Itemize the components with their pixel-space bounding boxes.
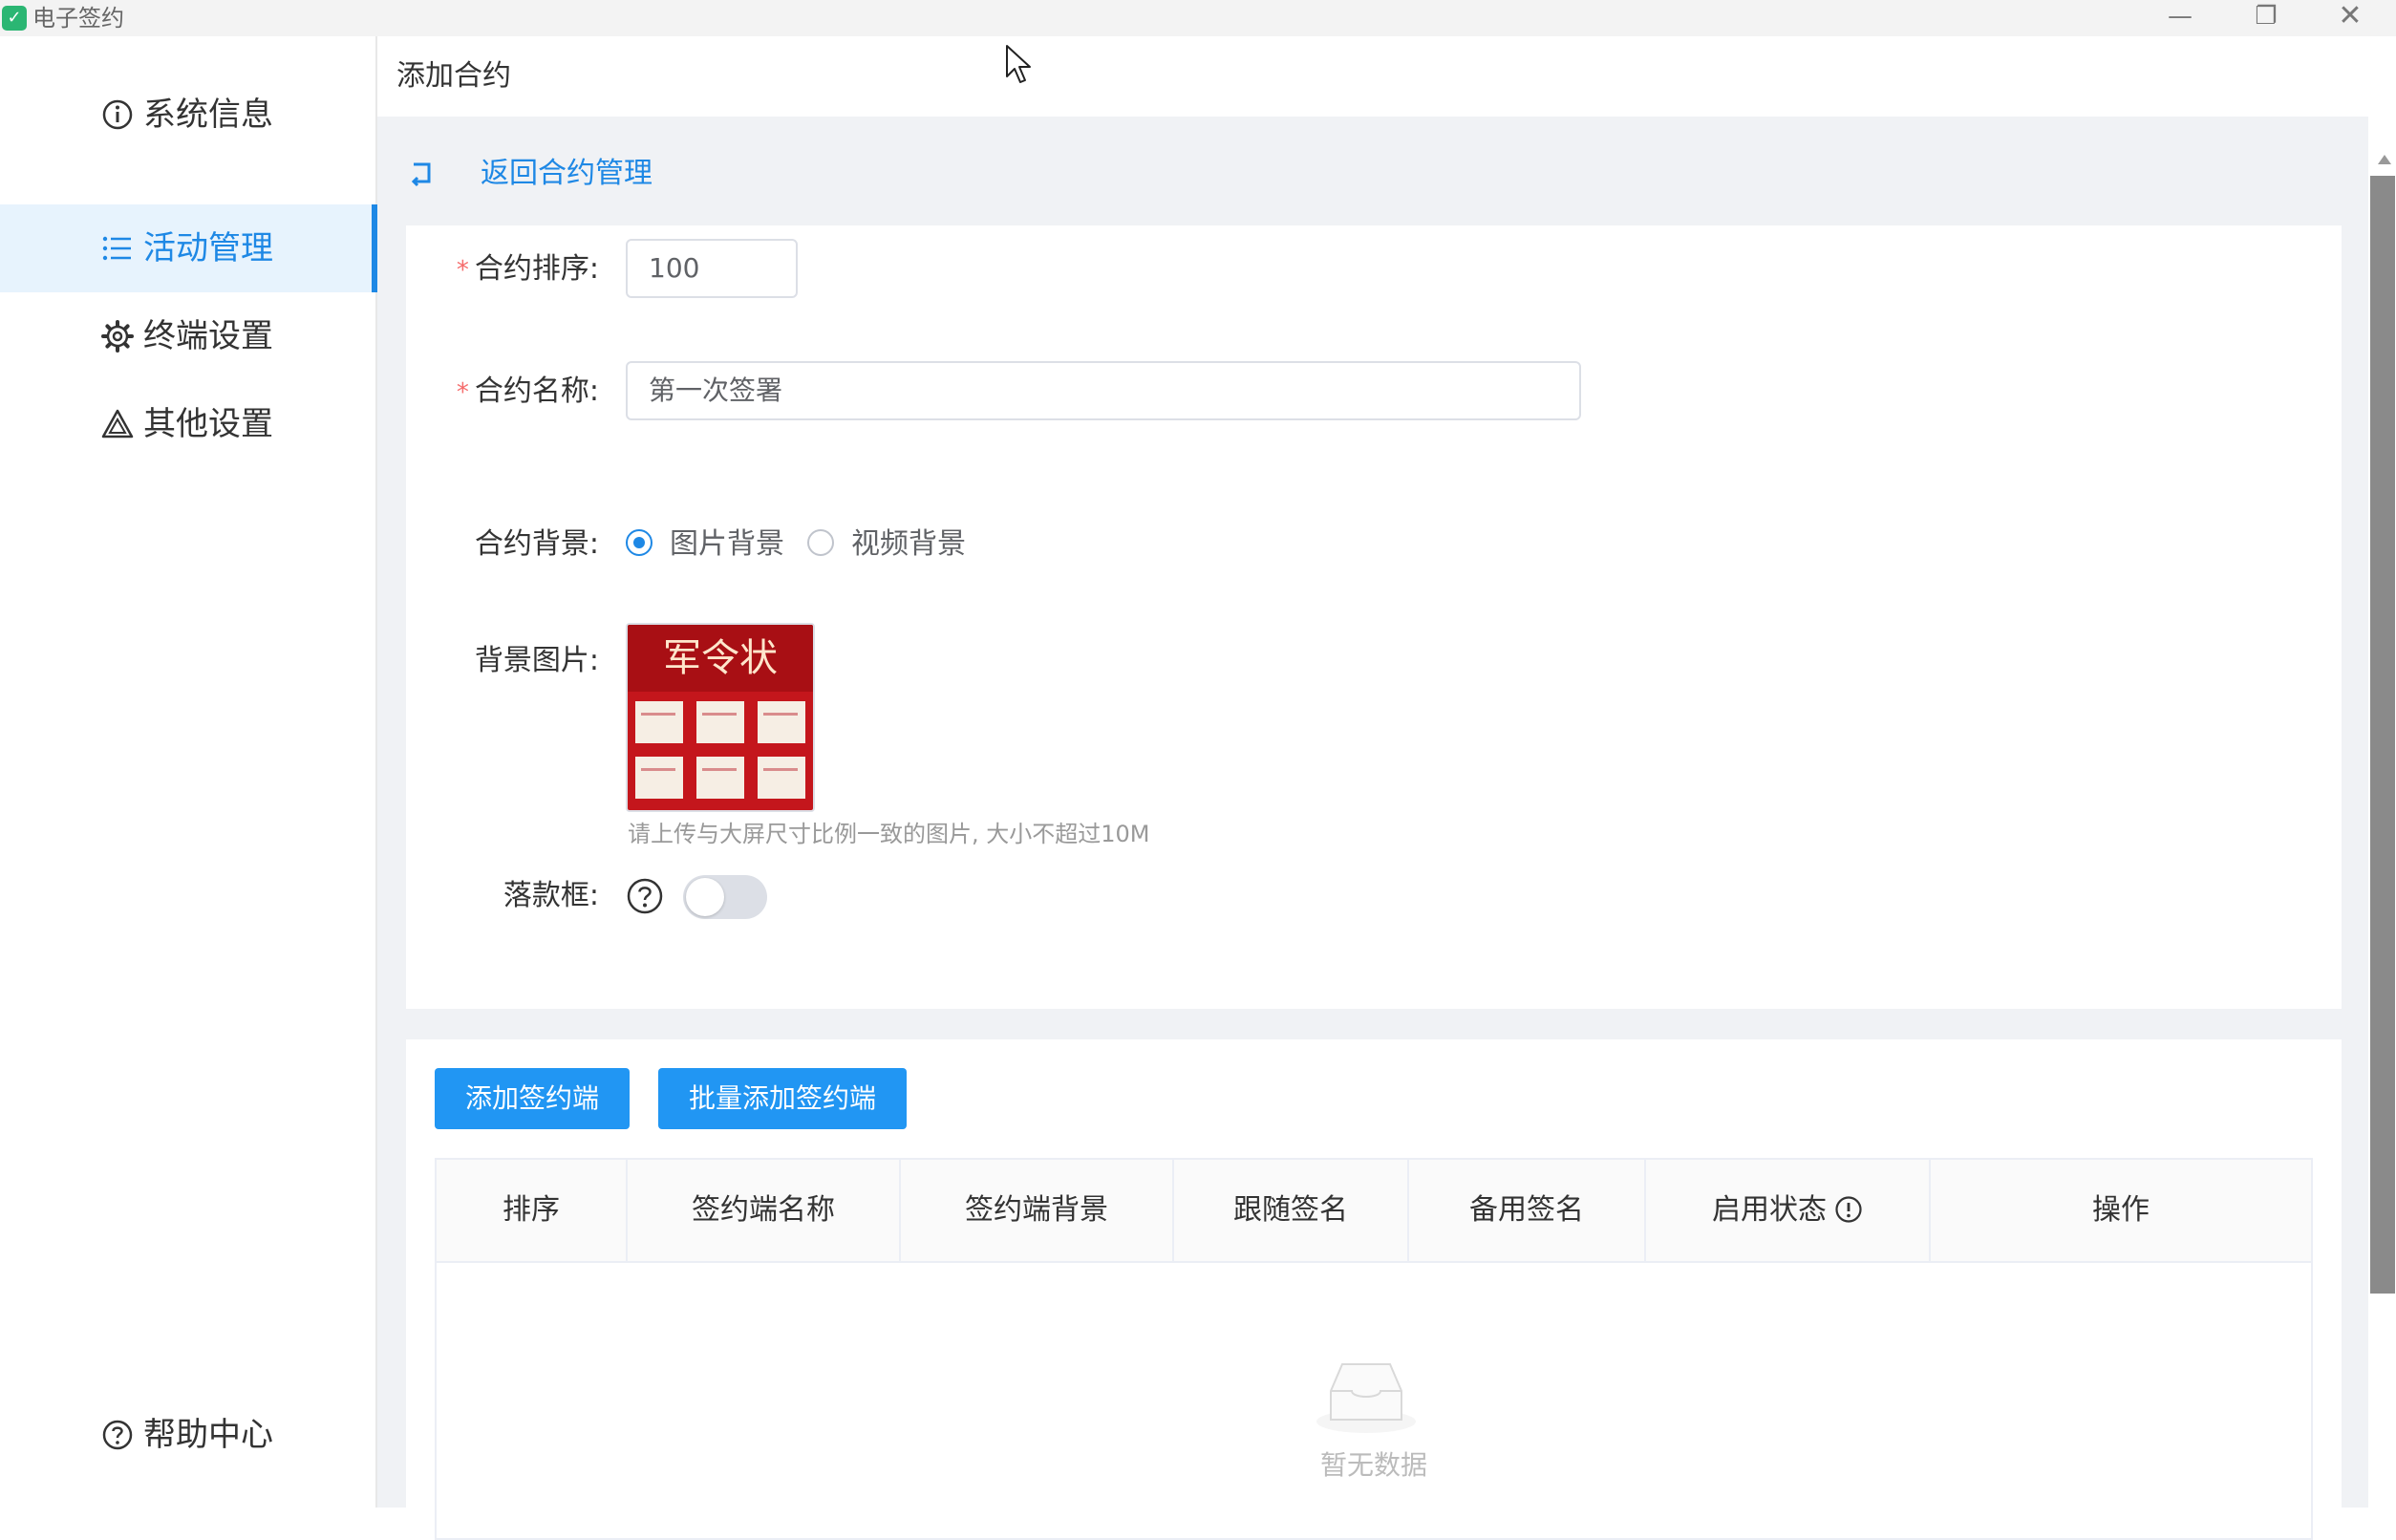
empty-inbox-icon (1316, 1363, 1416, 1433)
sidebar-item-label: 终端设置 (143, 317, 273, 355)
sidebar-item-terminal-settings[interactable]: 终端设置 (0, 292, 375, 380)
sidebar-item-label: 帮助中心 (143, 1416, 273, 1454)
background-image-hint: 请上传与大屏尺寸比例一致的图片, 大小不超过10M (628, 821, 1150, 847)
sidebar-item-label: 活动管理 (143, 229, 273, 267)
column-header-actions: 操作 (2092, 1193, 2150, 1227)
switch-knob (686, 878, 724, 916)
add-signing-terminal-button[interactable]: 添加签约端 (435, 1068, 630, 1129)
gear-icon (101, 320, 134, 353)
background-type-label: 合约背景: (474, 527, 599, 561)
sidebar-item-system-info[interactable]: 系统信息 (0, 71, 375, 159)
required-mark: * (456, 378, 469, 407)
question-circle-icon (102, 1420, 133, 1450)
vertical-scrollbar[interactable] (2368, 117, 2396, 1508)
back-link-label: 返回合约管理 (481, 157, 652, 190)
column-header-follow-signature: 跟随签名 (1174, 1160, 1409, 1261)
background-image-thumbnail[interactable]: 军令状 (626, 623, 815, 812)
sidebar-item-label: 系统信息 (143, 96, 273, 134)
warning-triangle-icon (101, 409, 134, 438)
window-title: 电子签约 (32, 5, 124, 32)
radio-circle (626, 529, 652, 556)
column-header-terminal-background: 签约端背景 (901, 1160, 1174, 1261)
name-input[interactable]: 第一次签署 (626, 361, 1581, 420)
signature-box-switch[interactable] (683, 875, 767, 919)
info-circle-icon[interactable] (1834, 1195, 1863, 1224)
order-input[interactable]: 100 (626, 239, 798, 298)
signing-terminals-table: 排序 签约端名称 签约端背景 跟随签名 备用签名 启用状态 操作 暂无数据 (435, 1158, 2313, 1540)
title-bar: ✓ 电子签约 — ❐ ✕ (0, 0, 2396, 36)
page-header: 添加合约 (377, 36, 2396, 117)
table-header: 排序 签约端名称 签约端背景 跟随签名 备用签名 启用状态 操作 (437, 1160, 2311, 1263)
signing-terminals-card: 添加签约端 批量添加签约端 排序 签约端名称 签约端背景 跟随签名 备用签名 启… (406, 1039, 2342, 1540)
svg-text:军令状: 军令状 (663, 636, 778, 680)
required-mark: * (456, 256, 469, 285)
scrollbar-thumb[interactable] (2370, 176, 2395, 1294)
contract-form-card: * 合约排序: 100 * 合约名称: 第一次签署 合约背景: 图片背景 视频背景 … (406, 225, 2342, 1009)
maximize-button[interactable]: ❐ (2228, 0, 2304, 34)
background-image-label: 背景图片: (474, 644, 599, 677)
radio-label: 视频背景 (851, 527, 966, 561)
radio-circle (807, 529, 834, 556)
page-title: 添加合约 (396, 59, 511, 93)
batch-add-signing-terminal-button[interactable]: 批量添加签约端 (658, 1068, 907, 1129)
column-header-enabled-status: 启用状态 (1646, 1160, 1931, 1261)
column-header-order: 排序 (437, 1160, 628, 1261)
column-header-backup-signature: 备用签名 (1409, 1160, 1646, 1261)
close-button[interactable]: ✕ (2312, 0, 2388, 34)
app-icon: ✓ (2, 6, 27, 31)
sidebar-item-label: 其他设置 (143, 405, 273, 443)
question-circle-icon[interactable] (626, 877, 664, 915)
name-label: * 合约名称: (456, 374, 599, 408)
list-icon (102, 236, 131, 261)
signature-box-label: 落款框: (503, 879, 599, 912)
order-label: * 合约排序: (456, 252, 599, 286)
sidebar-item-help-center[interactable]: 帮助中心 (0, 1391, 375, 1479)
mouse-cursor-icon (1006, 45, 1031, 83)
main-content: 返回合约管理 * 合约排序: 100 * 合约名称: 第一次签署 合约背景: 图片背… (377, 117, 2368, 1540)
minimize-button[interactable]: — (2142, 0, 2218, 34)
return-icon (411, 162, 431, 187)
scroll-up-arrow-icon[interactable] (2378, 155, 2391, 164)
sidebar-item-other-settings[interactable]: 其他设置 (0, 380, 375, 468)
sidebar-item-activity-management[interactable]: 活动管理 (0, 204, 377, 292)
info-circle-icon (102, 99, 133, 130)
radio-label: 图片背景 (670, 527, 784, 561)
empty-table-text: 暂无数据 (1319, 1449, 1427, 1481)
column-header-terminal-name: 签约端名称 (628, 1160, 901, 1261)
sidebar: 系统信息 活动管理 终端设置 其他设置 帮助中心 (0, 36, 377, 1508)
thumbnail-image: 军令状 (628, 625, 813, 810)
